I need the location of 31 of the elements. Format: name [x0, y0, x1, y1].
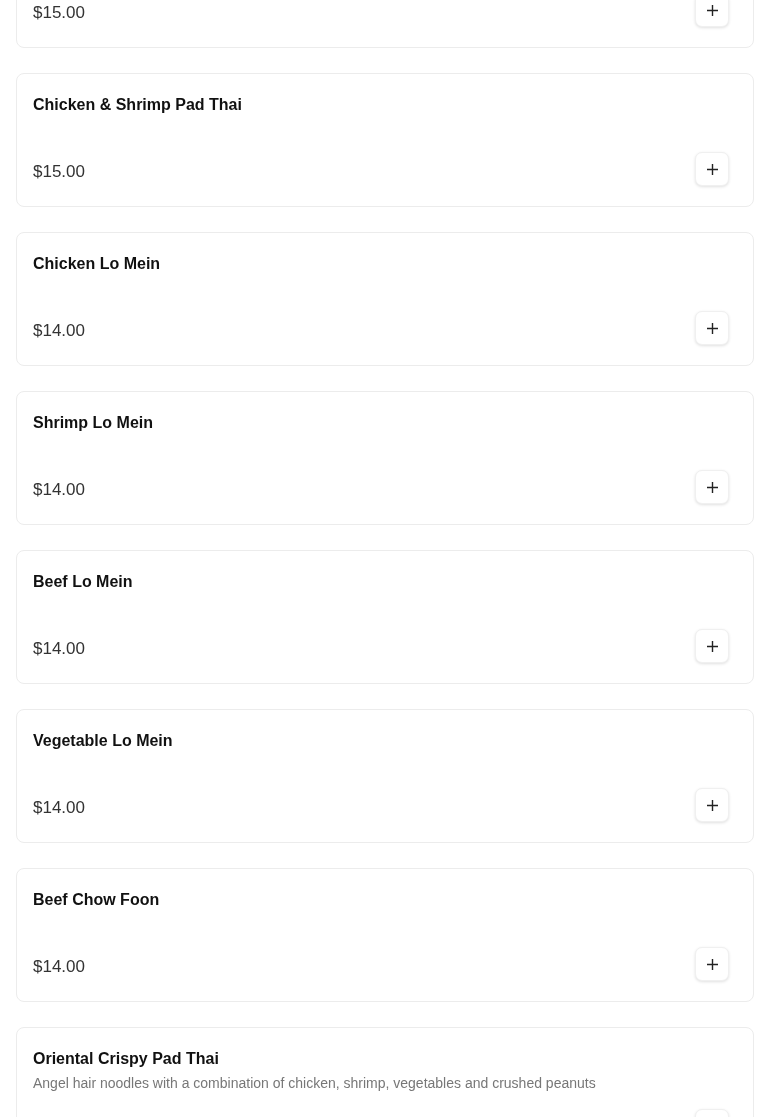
plus-icon	[706, 4, 718, 16]
item-price: $15.00	[33, 3, 85, 23]
menu-item-card[interactable]: $15.00	[16, 0, 754, 48]
item-price: $14.00	[33, 480, 85, 500]
plus-icon	[706, 163, 718, 175]
item-name: Chicken & Shrimp Pad Thai	[33, 95, 243, 115]
menu-item-card[interactable]: Oriental Crispy Pad Thai Angel hair noodles with a combination of chicken, shrimp, vegetables and crushed peanuts	[16, 1027, 754, 1117]
item-name: Beef Chow Foon	[33, 890, 161, 910]
menu-item-card[interactable]: Chicken & Shrimp Pad Thai $15.00	[16, 73, 754, 207]
item-price: $14.00	[33, 957, 85, 977]
plus-icon	[706, 640, 718, 652]
plus-icon	[706, 322, 718, 334]
item-price: $14.00	[33, 639, 85, 659]
plus-icon	[706, 958, 718, 970]
item-price: $15.00	[33, 162, 85, 182]
plus-icon	[706, 481, 718, 493]
menu-item-card[interactable]: Beef Chow Foon $14.00	[16, 868, 754, 1002]
item-price: $14.00	[33, 798, 85, 818]
item-price: $14.00	[33, 321, 85, 341]
menu-item-card[interactable]: Shrimp Lo Mein $14.00	[16, 391, 754, 525]
item-name: Chicken Lo Mein	[33, 254, 162, 274]
menu-item-card[interactable]: Beef Lo Mein $14.00	[16, 550, 754, 684]
item-name: Beef Lo Mein	[33, 572, 134, 592]
item-name: Vegetable Lo Mein	[33, 731, 174, 751]
plus-icon	[706, 799, 718, 811]
item-name: Oriental Crispy Pad Thai	[33, 1049, 220, 1069]
menu-item-card[interactable]: Vegetable Lo Mein $14.00	[16, 709, 754, 843]
add-button[interactable]	[695, 0, 729, 27]
item-name: Shrimp Lo Mein	[33, 413, 154, 433]
menu-item-card[interactable]: Chicken Lo Mein $14.00	[16, 232, 754, 366]
item-description: Angel hair noodles with a combination of chicken, shrimp, vegetables and crushed peanuts	[33, 1074, 597, 1093]
